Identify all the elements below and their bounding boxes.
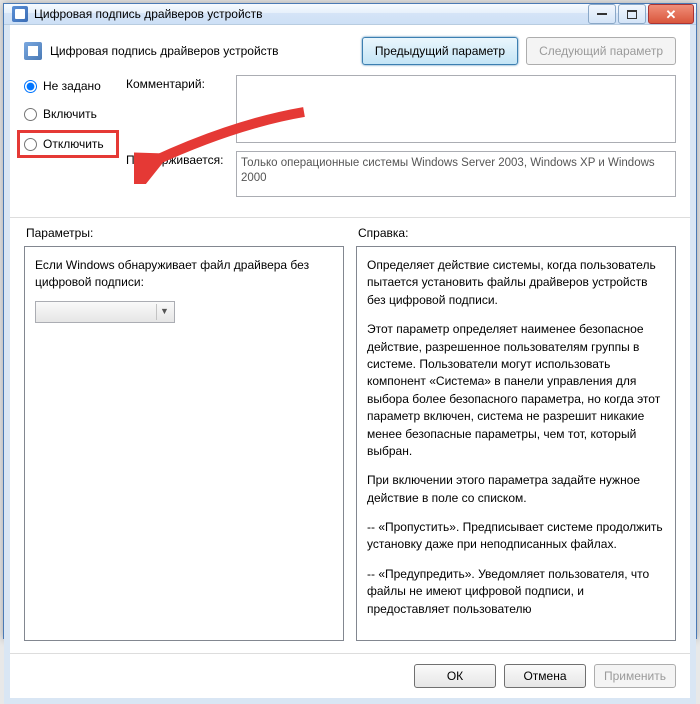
window-icon [12,6,28,22]
radio-label: Отключить [43,137,104,151]
cancel-button[interactable]: Отмена [504,664,586,688]
help-column: Справка: Определяет действие системы, ко… [356,226,676,641]
titlebar[interactable]: Цифровая подпись драйверов устройств ✕ [4,4,696,25]
help-text: -- «Предупредить». Уведомляет пользовате… [367,566,665,618]
radio-group: Не задано Включить Отключить [24,75,114,205]
chevron-down-icon: ▼ [156,304,172,320]
footer: ОК Отмена Применить [10,653,690,698]
maximize-button[interactable] [618,4,646,24]
comment-label: Комментарий: [126,75,236,143]
close-button[interactable]: ✕ [648,4,694,24]
config-section: Не задано Включить Отключить Комментарий… [10,75,690,218]
fields-column: Комментарий: Поддерживается: Только опер… [126,75,676,205]
param-description: Если Windows обнаруживает файл драйвера … [35,257,333,292]
help-title: Справка: [356,226,676,240]
ok-button[interactable]: ОК [414,664,496,688]
header-row: Цифровая подпись драйверов устройств Пре… [10,25,690,75]
policy-title: Цифровая подпись драйверов устройств [50,44,354,58]
supported-row: Поддерживается: Только операционные сист… [126,151,676,197]
params-title: Параметры: [24,226,344,240]
next-setting-button: Следующий параметр [526,37,676,65]
radio-enabled-input[interactable] [24,108,37,121]
radio-label: Не задано [43,79,101,93]
policy-icon [24,42,42,60]
help-text: При включении этого параметра задайте ну… [367,472,665,507]
client-area: Цифровая подпись драйверов устройств Пре… [4,25,696,704]
help-text: Этот параметр определяет наименее безопа… [367,321,665,460]
radio-not-configured[interactable]: Не задано [24,79,114,93]
previous-setting-button[interactable]: Предыдущий параметр [362,37,518,65]
supported-label: Поддерживается: [126,151,236,197]
comment-row: Комментарий: [126,75,676,143]
radio-label: Включить [43,107,97,121]
supported-text: Только операционные системы Windows Serv… [236,151,676,197]
columns: Параметры: Если Windows обнаруживает фай… [10,218,690,653]
radio-disabled-input[interactable] [24,138,37,151]
params-column: Параметры: Если Windows обнаруживает фай… [24,226,344,641]
window-title: Цифровая подпись драйверов устройств [34,7,586,21]
params-panel: Если Windows обнаруживает файл драйвера … [24,246,344,641]
action-combobox[interactable]: ▼ [35,301,175,323]
comment-input[interactable] [236,75,676,143]
help-panel[interactable]: Определяет действие системы, когда польз… [356,246,676,641]
dialog-window: Цифровая подпись драйверов устройств ✕ Ц… [3,3,697,639]
apply-button: Применить [594,664,676,688]
radio-enabled[interactable]: Включить [24,107,114,121]
radio-not-configured-input[interactable] [24,80,37,93]
help-text: -- «Пропустить». Предписывает системе пр… [367,519,665,554]
help-text: Определяет действие системы, когда польз… [367,257,665,309]
radio-disabled[interactable]: Отключить [22,135,114,153]
minimize-button[interactable] [588,4,616,24]
